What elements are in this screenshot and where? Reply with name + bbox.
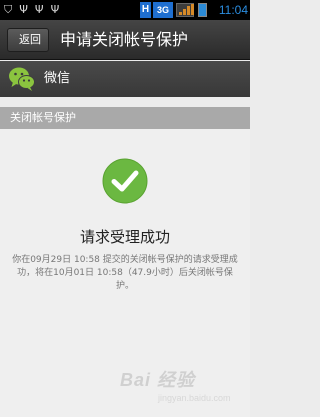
watermark: Bai 经验 jingyan.baidu.com: [120, 366, 238, 410]
watermark-url: jingyan.baidu.com: [158, 393, 231, 403]
usb-icon: Ψ: [50, 3, 60, 16]
title-bar: 返回 申请关闭帐号保护: [0, 20, 250, 60]
status-time: 11:04: [218, 3, 248, 17]
wechat-icon: [9, 67, 35, 91]
network-type-h: H: [140, 2, 151, 18]
result-title: 请求受理成功: [79, 228, 170, 246]
usb-icon: Ψ: [34, 3, 44, 16]
app-info-bar: 微信: [0, 61, 250, 97]
network-type-3g: 3G: [153, 2, 173, 18]
signal-icon: [176, 3, 194, 17]
shield-icon: ⛉: [4, 3, 13, 16]
back-button[interactable]: 返回: [7, 28, 49, 52]
status-icons: ⛉ Ψ Ψ Ψ: [4, 3, 59, 17]
status-bar: ⛉ Ψ Ψ Ψ H 3G 11:04: [0, 0, 250, 20]
usb-icon: Ψ: [19, 3, 28, 16]
battery-icon: [198, 3, 207, 17]
section-header: 关闭帐号保护: [0, 107, 250, 129]
result-description: 你在09月29日 10:58 提交的关闭帐号保护的请求受理成功，将在10月01日…: [12, 255, 238, 291]
check-circle-icon: [102, 158, 148, 204]
page-title: 申请关闭帐号保护: [60, 30, 189, 49]
watermark-logo-text: Bai 经验: [120, 370, 196, 390]
app-name: 微信: [44, 71, 71, 86]
